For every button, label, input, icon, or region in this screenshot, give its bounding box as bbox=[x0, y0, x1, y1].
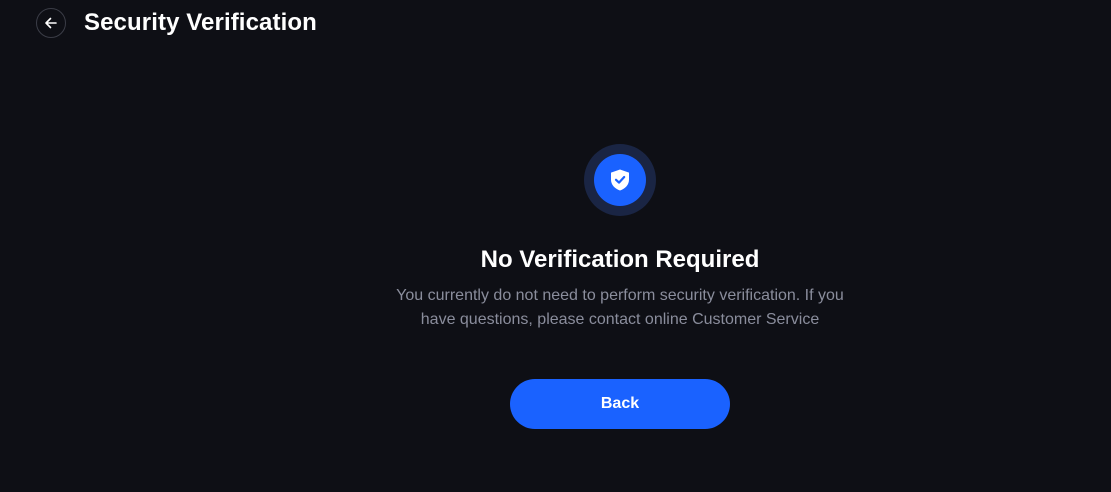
shield-check-icon bbox=[611, 169, 629, 191]
back-button[interactable]: Back bbox=[510, 379, 730, 429]
status-description: You currently do not need to perform sec… bbox=[396, 287, 844, 328]
verification-status-panel: No Verification Required You currently d… bbox=[0, 0, 1111, 492]
status-icon-ring bbox=[584, 144, 656, 216]
status-title: No Verification Required bbox=[480, 246, 760, 273]
status-icon-badge bbox=[594, 154, 646, 206]
